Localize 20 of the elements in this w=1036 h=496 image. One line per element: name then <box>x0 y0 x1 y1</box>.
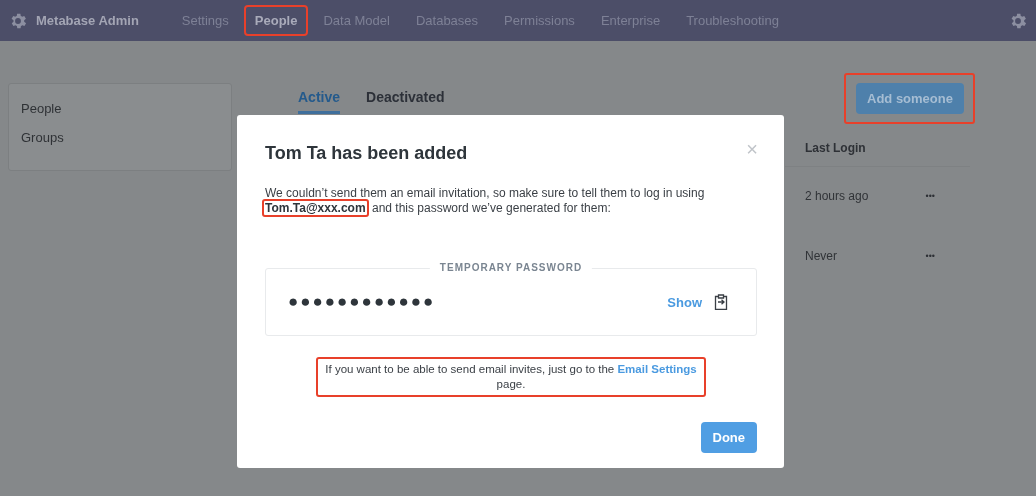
table-cell: Never <box>805 249 837 263</box>
add-someone-button[interactable]: Add someone <box>856 83 964 114</box>
done-button[interactable]: Done <box>700 422 757 453</box>
column-header: Last Login <box>805 141 866 155</box>
tab[interactable]: Deactivated <box>366 89 445 114</box>
nav-tab[interactable]: People <box>243 5 309 36</box>
table-cell: 2 hours ago <box>805 189 869 203</box>
row-menu[interactable]: ••• <box>925 251 935 261</box>
row-menu[interactable]: ••• <box>925 191 935 201</box>
clipboard-icon[interactable] <box>714 294 728 310</box>
email-settings-link[interactable]: Email Settings <box>617 363 697 375</box>
note-text: If you want to be able to send email invites, just go to the Email Settings page. <box>324 362 698 392</box>
app-title: Metabase Admin <box>36 13 139 28</box>
dialog-title: Tom Ta has been added <box>265 143 468 164</box>
sidebar-item[interactable]: People <box>9 94 231 123</box>
password-legend: TEMPORARY PASSWORD <box>429 262 593 273</box>
message-text: We couldn’t send them an email invitation, so make sure to tell them to log in using Tom.Ta@xxx.com and this password we’ve generated for them: <box>265 186 757 216</box>
password-mask: ●●●●●●●●●●●● <box>288 292 436 312</box>
show-link[interactable]: Show <box>667 294 702 310</box>
sidebar-item[interactable]: Groups <box>9 123 231 152</box>
